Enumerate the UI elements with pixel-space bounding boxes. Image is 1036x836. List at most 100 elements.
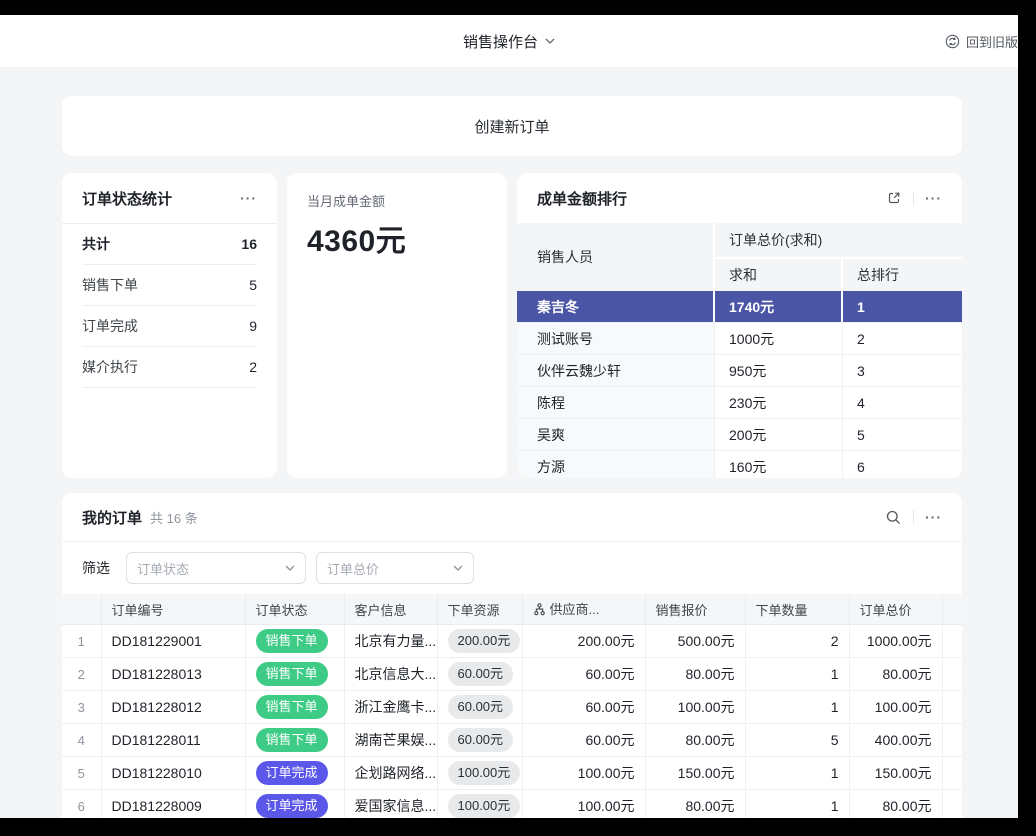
- status-row: 订单完成9: [82, 306, 257, 347]
- order-no-cell: DD181228013: [101, 658, 245, 691]
- col-total[interactable]: 订单总价: [849, 594, 942, 625]
- chevron-down-icon: [285, 565, 295, 571]
- monthly-amount-card: 当月成单金额 4360元: [287, 173, 507, 478]
- total-cell: 150.00元: [849, 757, 942, 790]
- sum-value: 1740元: [715, 291, 843, 322]
- qty-cell: 1: [745, 757, 849, 790]
- ranking-row[interactable]: 秦吉冬1740元1: [517, 291, 962, 323]
- more-icon[interactable]: ···: [925, 191, 942, 205]
- search-icon[interactable]: [885, 509, 902, 526]
- ranking-row[interactable]: 吴爽200元5: [517, 419, 962, 451]
- order-status-card: 订单状态统计 ··· 共计16销售下单5订单完成9媒介执行2: [62, 173, 277, 478]
- customer-cell: 企划路网络...: [344, 757, 437, 790]
- status-badge: 订单完成: [256, 761, 328, 785]
- order-status-filter-select[interactable]: 订单状态: [126, 552, 306, 584]
- back-to-old-version-button[interactable]: 回到旧版: [945, 15, 1018, 67]
- supplier-cell: 200.00元: [522, 625, 645, 658]
- create-order-label: 创建新订单: [474, 116, 549, 137]
- col-salesperson: 销售人员: [517, 223, 715, 291]
- col-customer[interactable]: 客户信息: [344, 594, 437, 625]
- create-order-button[interactable]: 创建新订单: [62, 96, 962, 156]
- order-no-cell: DD181228010: [101, 757, 245, 790]
- filter-bar: 筛选 订单状态 订单总价: [62, 542, 962, 594]
- col-qty[interactable]: 下单数量: [745, 594, 849, 625]
- expand-icon[interactable]: [886, 190, 902, 206]
- order-total-filter-select[interactable]: 订单总价: [316, 552, 474, 584]
- rank-value: 6: [843, 451, 962, 478]
- orders-table-header-row: 订单编号 订单状态 客户信息 下单资源 供应商... 销售报价 下单数量 订单总…: [62, 594, 962, 625]
- table-row[interactable]: 5DD181228010订单完成企划路网络...100.00元100.00元15…: [62, 757, 962, 790]
- order-status-cell: 销售下单: [245, 658, 344, 691]
- ranking-card: 成单金额排行 ··· 销售人员: [517, 173, 962, 478]
- total-cell: 400.00元: [849, 724, 942, 757]
- col-supplier[interactable]: 供应商...: [522, 594, 645, 625]
- salesperson-name: 吴爽: [517, 419, 715, 450]
- resource-badge: 60.00元: [448, 695, 514, 719]
- customer-cell: 北京信息大...: [344, 658, 437, 691]
- table-row[interactable]: 4DD181228011销售下单湖南芒果娱...60.00元60.00元80.0…: [62, 724, 962, 757]
- total-cell: 80.00元: [849, 658, 942, 691]
- col-order-no[interactable]: 订单编号: [101, 594, 245, 625]
- status-badge: 销售下单: [256, 728, 328, 752]
- table-row[interactable]: 1DD181229001销售下单北京有力量...200.00元200.00元50…: [62, 625, 962, 658]
- workspace-switcher[interactable]: 销售操作台: [463, 31, 555, 52]
- status-label: 共计: [82, 234, 110, 254]
- ranking-row[interactable]: 方源160元6: [517, 451, 962, 478]
- top-header: 销售操作台 回到旧版: [0, 15, 1018, 68]
- ranking-table-header: 销售人员 订单总价(求和) 求和 总排行: [517, 223, 962, 291]
- resource-cell: 60.00元: [437, 691, 522, 724]
- total-cell: 80.00元: [849, 790, 942, 819]
- chevron-down-icon: [453, 565, 463, 571]
- ranking-table-body: 秦吉冬1740元1测试账号1000元2伙伴云魏少轩950元3陈程230元4吴爽2…: [517, 291, 962, 478]
- qty-cell: 1: [745, 790, 849, 819]
- customer-cell: 爱国家信息...: [344, 790, 437, 819]
- trailing-cell: [942, 625, 962, 658]
- status-badge: 销售下单: [256, 695, 328, 719]
- salesperson-name: 测试账号: [517, 323, 715, 354]
- order-status-filter-placeholder: 订单状态: [137, 559, 189, 578]
- col-order-total-sum: 订单总价(求和): [715, 223, 962, 259]
- status-label: 销售下单: [82, 275, 138, 295]
- status-label: 媒介执行: [82, 357, 138, 377]
- sum-value: 950元: [715, 355, 843, 386]
- quote-cell: 100.00元: [645, 691, 745, 724]
- col-sum: 求和: [715, 259, 843, 291]
- trailing-cell: [942, 658, 962, 691]
- row-number: 3: [62, 691, 101, 724]
- table-row[interactable]: 3DD181228012销售下单浙江金鹰卡...60.00元60.00元100.…: [62, 691, 962, 724]
- trailing-cell: [942, 757, 962, 790]
- row-number: 6: [62, 790, 101, 819]
- col-order-status[interactable]: 订单状态: [245, 594, 344, 625]
- page-title: 销售操作台: [463, 31, 538, 52]
- row-number: 5: [62, 757, 101, 790]
- col-quote[interactable]: 销售报价: [645, 594, 745, 625]
- ranking-row[interactable]: 测试账号1000元2: [517, 323, 962, 355]
- salesperson-name: 陈程: [517, 387, 715, 418]
- col-trailing: [942, 594, 962, 625]
- resource-badge: 200.00元: [448, 629, 521, 653]
- status-row: 媒介执行2: [82, 347, 257, 388]
- status-row: 销售下单5: [82, 265, 257, 306]
- sum-value: 200元: [715, 419, 843, 450]
- orders-table: 订单编号 订单状态 客户信息 下单资源 供应商... 销售报价 下单数量 订单总…: [62, 594, 962, 818]
- more-icon[interactable]: ···: [925, 510, 942, 524]
- more-icon[interactable]: ···: [240, 191, 257, 205]
- supplier-cell: 100.00元: [522, 790, 645, 819]
- qty-cell: 2: [745, 625, 849, 658]
- col-resource[interactable]: 下单资源: [437, 594, 522, 625]
- table-row[interactable]: 6DD181228009订单完成爱国家信息...100.00元100.00元80…: [62, 790, 962, 819]
- ranking-row[interactable]: 陈程230元4: [517, 387, 962, 419]
- order-no-cell: DD181228009: [101, 790, 245, 819]
- ranking-row[interactable]: 伙伴云魏少轩950元3: [517, 355, 962, 387]
- quote-cell: 80.00元: [645, 658, 745, 691]
- supplier-cell: 60.00元: [522, 724, 645, 757]
- status-card-title: 订单状态统计: [82, 188, 172, 209]
- resource-cell: 60.00元: [437, 658, 522, 691]
- status-list: 共计16销售下单5订单完成9媒介执行2: [62, 224, 277, 388]
- filter-label: 筛选: [82, 558, 110, 578]
- resource-badge: 100.00元: [448, 794, 521, 818]
- row-number: 1: [62, 625, 101, 658]
- quote-cell: 80.00元: [645, 790, 745, 819]
- customer-cell: 北京有力量...: [344, 625, 437, 658]
- table-row[interactable]: 2DD181228013销售下单北京信息大...60.00元60.00元80.0…: [62, 658, 962, 691]
